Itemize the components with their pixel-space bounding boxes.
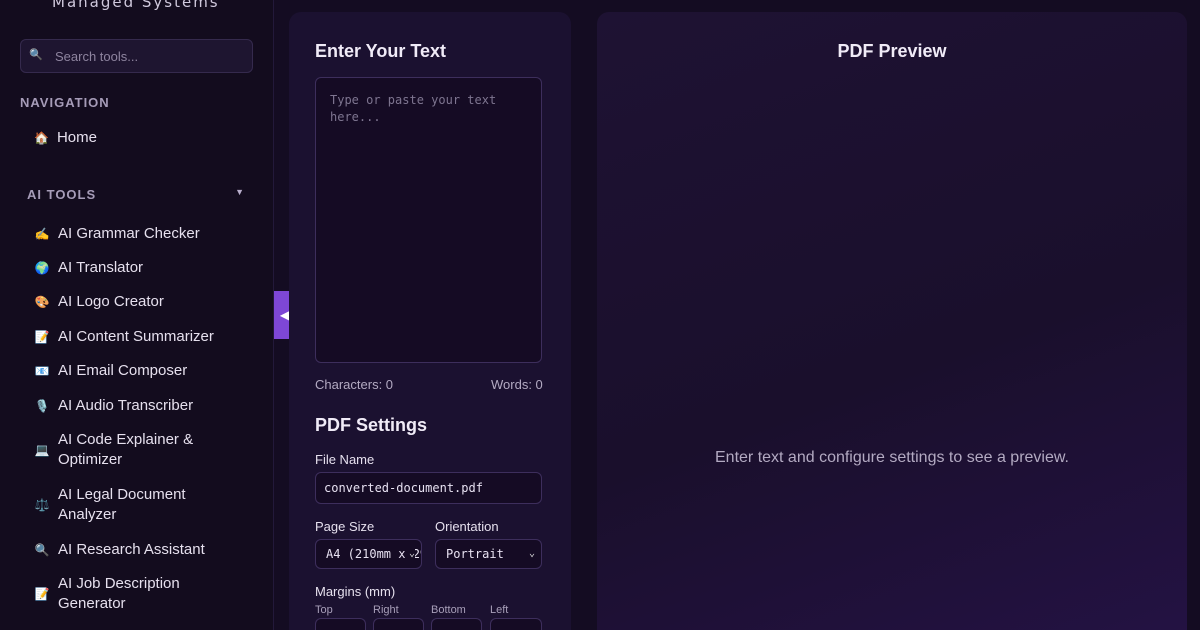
sidebar-item-ai-audio-transcriber[interactable]: 🎙️ AI Audio Transcriber <box>34 396 264 416</box>
sidebar-item-ai-grammar-checker[interactable]: ✍️ AI Grammar Checker <box>34 224 264 244</box>
preview-title: PDF Preview <box>837 41 947 61</box>
file-name-label: File Name <box>315 452 375 467</box>
sidebar-item-ai-job-description-generator[interactable]: 📝 AI Job Description Generator <box>34 574 264 614</box>
margin-top-input[interactable] <box>315 618 366 630</box>
sidebar: Managed Systems 🔍 NAVIGATION 🏠 Home AI T… <box>0 0 274 630</box>
page-size-select[interactable]: A4 (210mm x 297mm) ⌄ <box>315 539 422 569</box>
home-icon: 🏠 <box>34 130 49 145</box>
margin-left-label: Left <box>490 604 509 616</box>
chevron-down-icon: ⌄ <box>528 548 535 559</box>
orientation-label: Orientation <box>435 519 499 534</box>
search-input[interactable] <box>55 40 245 72</box>
email-icon: 📧 <box>34 364 50 378</box>
sidebar-item-label: AI Audio Transcriber <box>58 397 194 414</box>
sidebar-item-ai-logo-creator[interactable]: 🎨 AI Logo Creator <box>34 292 264 312</box>
memo-icon: 📝 <box>34 330 50 344</box>
sidebar-item-ai-content-summarizer[interactable]: 📝 AI Content Summarizer <box>34 327 264 347</box>
character-count: Characters: 0 <box>315 377 394 392</box>
margin-right-input[interactable] <box>373 618 424 630</box>
margin-bottom-label: Bottom <box>431 604 466 616</box>
margin-bottom-input[interactable] <box>431 618 482 630</box>
ai-tools-heading: AI TOOLS <box>27 187 97 202</box>
ai-tools-section-toggle[interactable]: AI TOOLS ▼ <box>27 187 247 202</box>
brand-name: Managed Systems <box>52 0 220 11</box>
orientation-value: Portrait <box>446 547 504 561</box>
sidebar-item-label: AI Translator <box>58 259 144 276</box>
chevron-down-icon: ▼ <box>235 187 245 197</box>
microphone-icon: 🎙️ <box>34 399 50 413</box>
sidebar-item-label: Home <box>56 129 97 146</box>
margins-label: Margins (mm) <box>315 584 396 599</box>
file-name-input[interactable] <box>315 472 542 504</box>
scales-icon: ⚖️ <box>34 498 50 512</box>
page-size-label: Page Size <box>315 519 375 534</box>
sidebar-item-ai-translator[interactable]: 🌍 AI Translator <box>34 258 264 278</box>
sidebar-item-label: AI Email Composer <box>58 362 188 379</box>
palette-icon: 🎨 <box>34 295 50 309</box>
text-input[interactable] <box>315 77 542 363</box>
navigation-heading: NAVIGATION <box>20 95 110 110</box>
sidebar-item-label: AI Grammar Checker <box>58 225 200 242</box>
margin-top-label: Top <box>315 604 333 616</box>
chevron-down-icon: ⌄ <box>406 548 415 559</box>
sidebar-item-label: AI Content Summarizer <box>58 328 214 345</box>
sidebar-item-label: AI Research Assistant <box>58 541 205 558</box>
sidebar-item-ai-legal-document-analyzer[interactable]: ⚖️ AI Legal Document Analyzer <box>34 485 264 525</box>
search-box[interactable]: 🔍 <box>20 39 253 73</box>
word-count: Words: 0 <box>491 377 543 392</box>
sidebar-item-label: AI Code Explainer & Optimizer <box>58 431 194 468</box>
pdf-settings-title: PDF Settings <box>315 415 428 435</box>
memo-icon: 📝 <box>34 587 50 601</box>
sidebar-item-label: AI Legal Document Analyzer <box>58 486 186 523</box>
editor-title: Enter Your Text <box>315 41 447 61</box>
sidebar-item-ai-code-explainer[interactable]: 💻 AI Code Explainer & Optimizer <box>34 430 264 470</box>
sidebar-item-ai-email-composer[interactable]: 📧 AI Email Composer <box>34 361 264 381</box>
globe-icon: 🌍 <box>34 261 50 275</box>
preview-panel <box>597 12 1187 630</box>
sidebar-item-label: AI Job Description Generator <box>58 575 180 612</box>
sidebar-item-label: AI Logo Creator <box>58 293 164 310</box>
sidebar-item-ai-research-assistant[interactable]: 🔍 AI Research Assistant <box>34 540 264 560</box>
search-icon: 🔍 <box>29 49 43 61</box>
chevron-left-icon: ◀ <box>279 308 290 322</box>
magnifier-icon: 🔍 <box>34 543 50 557</box>
preview-empty-message: Enter text and configure settings to see… <box>715 449 1069 466</box>
sidebar-item-home[interactable]: 🏠 Home <box>34 129 97 146</box>
laptop-icon: 💻 <box>34 443 50 457</box>
writing-hand-icon: ✍️ <box>34 227 50 241</box>
orientation-select[interactable]: Portrait ⌄ <box>435 539 542 569</box>
margin-left-input[interactable] <box>490 618 542 630</box>
margin-right-label: Right <box>373 604 399 616</box>
